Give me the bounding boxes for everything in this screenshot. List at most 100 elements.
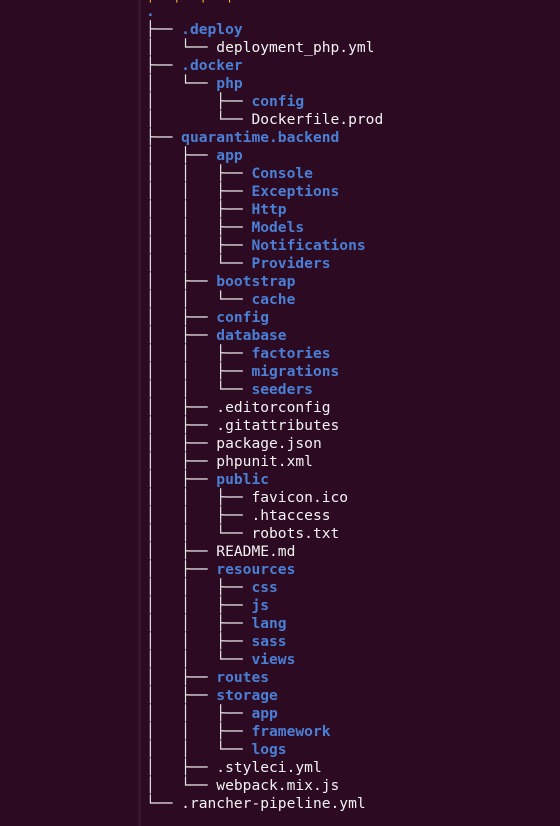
directory-name: config: [216, 309, 270, 326]
tree-branch-connector: │ └──: [146, 75, 217, 92]
tree-directory-entry: │ │ ├── factories: [146, 345, 383, 363]
tree-directory-entry: │ │ ├── Console: [146, 165, 383, 183]
file-name: .htaccess: [251, 507, 331, 524]
tree-directory-entry: │ ├── database: [146, 327, 383, 345]
tree-branch-connector: │ ├──: [146, 687, 217, 704]
directory-name: js: [251, 597, 270, 614]
file-name: README.md: [216, 543, 296, 560]
directory-name: framework: [251, 723, 331, 740]
tree-directory-entry: │ ├── config: [146, 309, 383, 327]
tree-branch-connector: │ │ ├──: [146, 363, 252, 380]
tree-root: .: [146, 3, 383, 21]
tree-directory-entry: │ ├── public: [146, 471, 383, 489]
tree-directory-entry: │ │ ├── framework: [146, 723, 383, 741]
tree-branch-connector: │ │ ├──: [146, 237, 252, 254]
tree-directory-entry: │ │ ├── js: [146, 597, 383, 615]
tree-directory-entry: │ │ ├── sass: [146, 633, 383, 651]
directory-name: css: [251, 579, 278, 596]
tree-directory-entry: │ │ ├── app: [146, 705, 383, 723]
file-name: webpack.mix.js: [216, 777, 340, 794]
tree-directory-entry: │ │ └── cache: [146, 291, 383, 309]
tree-file-entry: │ └── deployment_php.yml: [146, 39, 383, 57]
tree-file-entry: │ ├── package.json: [146, 435, 383, 453]
tree-branch-connector: │ │ ├──: [146, 705, 252, 722]
file-name: package.json: [216, 435, 322, 452]
file-name: .gitattributes: [216, 417, 340, 434]
tree-branch-connector: │ │ ├──: [146, 201, 252, 218]
tree-branch-connector: │ │ ├──: [146, 165, 252, 182]
directory-name: Http: [251, 201, 287, 218]
tree-directory-entry: │ ├── app: [146, 147, 383, 165]
tree-branch-connector: │ ├──: [146, 759, 217, 776]
tree-directory-entry: │ ├── config: [146, 93, 383, 111]
tree-directory-entry: │ │ └── Providers: [146, 255, 383, 273]
tree-directory-entry: ├── quarantime.backend: [146, 129, 383, 147]
tree-branch-connector: │ │ ├──: [146, 507, 252, 524]
tree-file-entry: │ └── webpack.mix.js: [146, 777, 383, 795]
tree-branch-connector: │ ├──: [146, 543, 217, 560]
directory-name: database: [216, 327, 287, 344]
tree-directory-entry: │ └── php: [146, 75, 383, 93]
terminal-window[interactable]: │ │ │ │ . ├── .deploy│ └── deployment_ph…: [0, 0, 560, 826]
tree-branch-connector: │ │ ├──: [146, 723, 252, 740]
tree-branch-connector: │ ├──: [146, 309, 217, 326]
tree-directory-entry: │ │ ├── Exceptions: [146, 183, 383, 201]
tree-directory-entry: │ │ └── views: [146, 651, 383, 669]
directory-name: storage: [216, 687, 278, 704]
file-name: favicon.ico: [251, 489, 349, 506]
tree-branch-connector: └──: [146, 795, 182, 812]
file-name: .styleci.yml: [216, 759, 322, 776]
tree-branch-connector: │ ├──: [146, 669, 217, 686]
tree-file-entry: │ ├── README.md: [146, 543, 383, 561]
file-name: .rancher-pipeline.yml: [181, 795, 366, 812]
tree-directory-entry: │ │ ├── Models: [146, 219, 383, 237]
tree-branch-connector: │ ├──: [146, 147, 217, 164]
tree-directory-entry: ├── .deploy: [146, 21, 383, 39]
tree-directory-entry: │ ├── resources: [146, 561, 383, 579]
tree-branch-connector: │ ├──: [146, 471, 217, 488]
tree-directory-entry: │ │ ├── Http: [146, 201, 383, 219]
tree-branch-connector: ├──: [146, 129, 182, 146]
tree-branch-connector: │ │ └──: [146, 525, 252, 542]
tree-branch-connector: │ │ ├──: [146, 489, 252, 506]
directory-name: .deploy: [181, 21, 243, 38]
tree-directory-entry: │ │ ├── css: [146, 579, 383, 597]
tree-directory-entry: │ ├── bootstrap: [146, 273, 383, 291]
tree-file-entry: └── .rancher-pipeline.yml: [146, 795, 383, 813]
directory-name: config: [251, 93, 305, 110]
tree-branch-connector: ├──: [146, 21, 182, 38]
file-name: Dockerfile.prod: [251, 111, 384, 128]
directory-name: bootstrap: [216, 273, 296, 290]
tree-directory-entry: │ │ ├── migrations: [146, 363, 383, 381]
directory-name: routes: [216, 669, 270, 686]
tree-file-entry: │ ├── .gitattributes: [146, 417, 383, 435]
tree-branch-connector: │ │ ├──: [146, 219, 252, 236]
directory-name: cache: [251, 291, 296, 308]
directory-name: Models: [251, 219, 305, 236]
terminal-gutter-divider: [138, 0, 141, 826]
tree-root-label: .: [146, 3, 155, 20]
tree-file-entry: │ ├── .editorconfig: [146, 399, 383, 417]
directory-name: php: [216, 75, 243, 92]
tree-branch-connector: │ │ ├──: [146, 615, 252, 632]
directory-name: views: [251, 651, 296, 668]
tree-branch-connector: │ └──: [146, 39, 217, 56]
directory-name: .docker: [181, 57, 243, 74]
tree-branch-connector: │ ├──: [146, 273, 217, 290]
directory-name: Console: [251, 165, 313, 182]
tree-branch-connector: │ │ └──: [146, 291, 252, 308]
directory-tree: . ├── .deploy │ └── deployment_php.yml ├──…: [146, 3, 383, 813]
tree-branch-connector: │ ├──: [146, 327, 217, 344]
tree-branch-connector: │ ├──: [146, 435, 217, 452]
tree-branch-connector: │ │ └──: [146, 651, 252, 668]
file-name: phpunit.xml: [216, 453, 313, 470]
tree-directory-entry: ├── .docker: [146, 57, 383, 75]
tree-branch-connector: │ │ ├──: [146, 597, 252, 614]
directory-name: public: [216, 471, 270, 488]
tree-branch-connector: │ ├──: [146, 417, 217, 434]
tree-file-entry: │ ├── phpunit.xml: [146, 453, 383, 471]
tree-file-entry: │ │ ├── .htaccess: [146, 507, 383, 525]
tree-directory-entry: │ │ └── seeders: [146, 381, 383, 399]
tree-directory-entry: │ ├── storage: [146, 687, 383, 705]
tree-file-entry: │ └── Dockerfile.prod: [146, 111, 383, 129]
